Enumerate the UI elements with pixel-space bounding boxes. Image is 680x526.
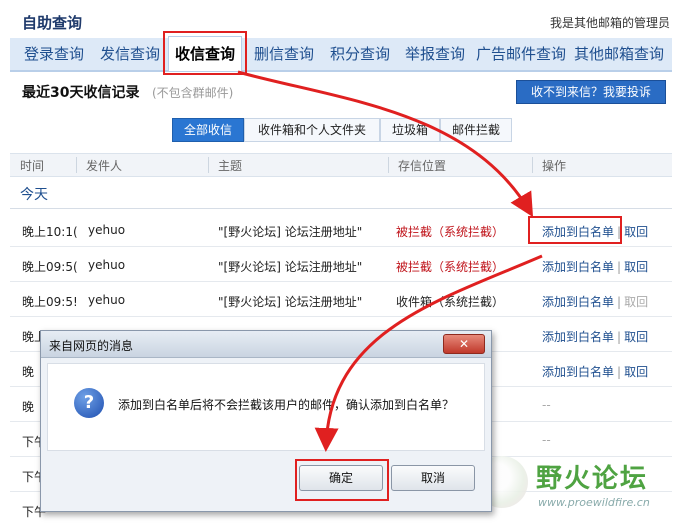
tab-delete-query[interactable]: 删信查询 [254,43,314,64]
column-location: 存信位置 [398,159,447,173]
dialog-message: 添加到白名单后将不会拦截该用户的邮件，确认添加到白名单？ [118,398,455,412]
red-highlight-box [528,216,622,244]
row-subject[interactable]: "[野火论坛] 论坛注册地址" [218,258,362,275]
dialog-body: ? 添加到白名单后将不会拦截该用户的邮件，确认添加到白名单？ [47,363,485,451]
action-separator: | [617,365,622,379]
row-actions: 添加到白名单 | 取回 [542,363,648,380]
cancel-button[interactable]: 取消 [391,465,475,491]
row-sender: yehuo [88,223,126,237]
section-title: 最近30天收信记录 [22,85,140,101]
filter-all[interactable]: 全部收信 [172,118,244,142]
retrieve-link[interactable]: 取回 [624,225,648,239]
table-row: 晚上09:5( yehuo "[野火论坛] 论坛注册地址" 被拦截（系统拦截） … [10,247,672,282]
row-actions: 添加到白名单 | 取回 [542,293,648,310]
watermark-name: 野火论坛 [536,464,649,494]
row-time: 晚上10:1( [22,225,78,239]
column-sender: 发件人 [86,159,123,173]
row-no-action: -- [542,433,551,447]
row-time: 晚上09:5! [22,295,78,309]
group-label-today: 今天 [20,187,48,203]
retrieve-link-disabled: 取回 [624,295,649,309]
action-separator: | [617,330,622,344]
tab-ad-mail-query[interactable]: 广告邮件查询 [476,43,566,64]
question-icon: ? [74,388,104,418]
add-whitelist-link[interactable]: 添加到白名单 [542,260,614,274]
row-location: 被拦截（系统拦截） [396,225,505,239]
watermark-url: www.proewildfire.cn [538,496,650,509]
row-sender: yehuo [88,293,126,307]
column-divider [76,157,77,173]
confirm-dialog: 来自网页的消息 ✕ ? 添加到白名单后将不会拦截该用户的邮件，确认添加到白名单？… [40,330,492,512]
row-location: 收件箱（系统拦截） [396,295,505,309]
forum-watermark: 野火论坛 www.proewildfire.cn [476,452,676,516]
admin-link[interactable]: 我是其他邮箱的管理员 [550,14,670,31]
column-divider [388,157,389,173]
column-time: 时间 [20,159,45,173]
page-header: 自助查询 我是其他邮箱的管理员 [0,0,680,36]
row-actions: 添加到白名单 | 取回 [542,258,648,275]
divider [10,208,672,209]
dialog-titlebar[interactable]: 来自网页的消息 ✕ [41,331,491,358]
close-icon[interactable]: ✕ [443,334,485,354]
add-whitelist-link[interactable]: 添加到白名单 [542,295,614,309]
query-tabs: 登录查询 发信查询 收信查询 删信查询 积分查询 举报查询 广告邮件查询 其他邮… [10,31,672,75]
row-time: 晚上09:5( [22,260,78,274]
column-divider [532,157,533,173]
page-title: 自助查询 [22,14,83,32]
column-action: 操作 [542,159,567,173]
row-sender: yehuo [88,258,126,272]
table-header: 时间 发件人 主题 存信位置 操作 [10,153,672,177]
row-actions: 添加到白名单 | 取回 [542,328,648,345]
complain-button[interactable]: 收不到来信？我要投诉 [516,80,666,104]
tab-other-mailbox-query[interactable]: 其他邮箱查询 [574,43,664,64]
red-highlight-box [163,31,248,75]
filter-trash[interactable]: 垃圾箱 [380,118,440,142]
action-separator: | [617,295,622,309]
table-row: 晚上09:5! yehuo "[野火论坛] 论坛注册地址" 收件箱（系统拦截） … [10,282,672,317]
column-subject: 主题 [218,159,243,173]
filter-blocked[interactable]: 邮件拦截 [440,118,512,142]
add-whitelist-link[interactable]: 添加到白名单 [542,365,614,379]
column-divider [208,157,209,173]
tab-report-query[interactable]: 举报查询 [405,43,465,64]
row-location: 被拦截（系统拦截） [396,260,505,274]
row-no-action: -- [542,398,551,412]
dialog-title: 来自网页的消息 [49,339,134,353]
row-subject[interactable]: "[野火论坛] 论坛注册地址" [218,293,362,310]
filter-inbox-folders[interactable]: 收件箱和个人文件夹 [244,118,380,142]
tab-login-query[interactable]: 登录查询 [24,43,84,64]
red-highlight-box [295,459,389,501]
action-separator: | [617,260,622,274]
tab-points-query[interactable]: 积分查询 [330,43,390,64]
row-subject[interactable]: "[野火论坛] 论坛注册地址" [218,223,362,240]
retrieve-link[interactable]: 取回 [624,260,648,274]
arrow-to-whitelist [237,70,534,218]
retrieve-link[interactable]: 取回 [624,365,648,379]
tab-send-query[interactable]: 发信查询 [100,43,160,64]
add-whitelist-link[interactable]: 添加到白名单 [542,330,614,344]
tab-receive-query[interactable]: 收信查询 [163,31,248,75]
retrieve-link[interactable]: 取回 [624,330,648,344]
section-note: (不包含群邮件) [152,86,234,100]
